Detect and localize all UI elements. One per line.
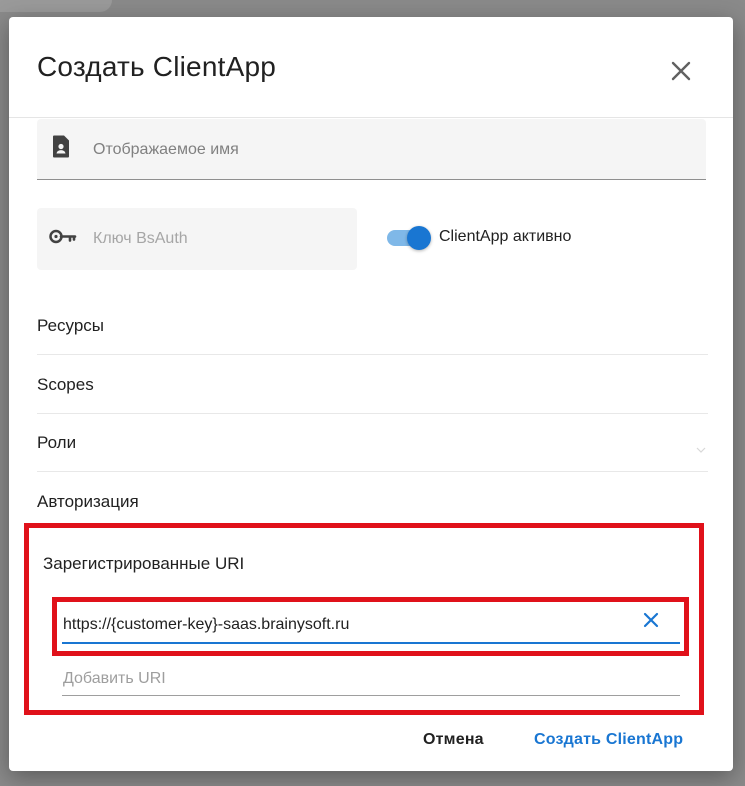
backdrop-tab xyxy=(0,0,112,12)
bsauth-key-placeholder: Ключ BsAuth xyxy=(93,230,188,247)
section-authorization-label: Авторизация xyxy=(37,492,139,511)
contact-card-icon xyxy=(51,135,71,164)
dialog-title: Создать ClientApp xyxy=(37,51,276,82)
section-scopes[interactable]: Scopes xyxy=(37,356,708,414)
dialog-header: Создать ClientApp xyxy=(9,17,733,118)
close-button[interactable] xyxy=(667,57,695,85)
registered-uri-heading: Зарегистрированные URI xyxy=(43,554,245,573)
uri-input[interactable]: https://{customer-key}-saas.brainysoft.r… xyxy=(62,609,680,644)
close-icon[interactable] xyxy=(667,57,695,85)
create-clientapp-dialog: Создать ClientApp Отображаемое имя Ключ … xyxy=(9,17,733,771)
add-uri-placeholder: Добавить URI xyxy=(63,670,166,687)
clientapp-active-toggle[interactable] xyxy=(387,223,433,251)
key-icon xyxy=(49,229,77,250)
divider xyxy=(37,471,708,472)
bsauth-key-field[interactable]: Ключ BsAuth xyxy=(37,208,357,270)
section-scopes-label: Scopes xyxy=(37,375,94,394)
display-name-field[interactable]: Отображаемое имя xyxy=(37,119,706,180)
create-clientapp-button[interactable]: Создать ClientApp xyxy=(534,731,683,749)
section-roles-label: Роли xyxy=(37,433,77,452)
section-roles[interactable]: Роли xyxy=(37,414,708,472)
display-name-placeholder: Отображаемое имя xyxy=(93,141,239,158)
section-authorization[interactable]: Авторизация xyxy=(37,473,708,523)
add-uri-input[interactable]: Добавить URI xyxy=(62,669,680,696)
close-icon[interactable] xyxy=(639,609,663,633)
cancel-button[interactable]: Отмена xyxy=(423,731,484,749)
uri-value[interactable]: https://{customer-key}-saas.brainysoft.r… xyxy=(63,616,349,634)
toggle-thumb xyxy=(407,226,431,250)
chevron-down-icon xyxy=(696,440,706,458)
divider xyxy=(37,354,708,355)
clientapp-active-label: ClientApp активно xyxy=(439,228,572,245)
section-resources-label: Ресурсы xyxy=(37,316,105,335)
clear-uri-button[interactable] xyxy=(639,609,663,633)
section-resources[interactable]: Ресурсы xyxy=(37,297,708,355)
